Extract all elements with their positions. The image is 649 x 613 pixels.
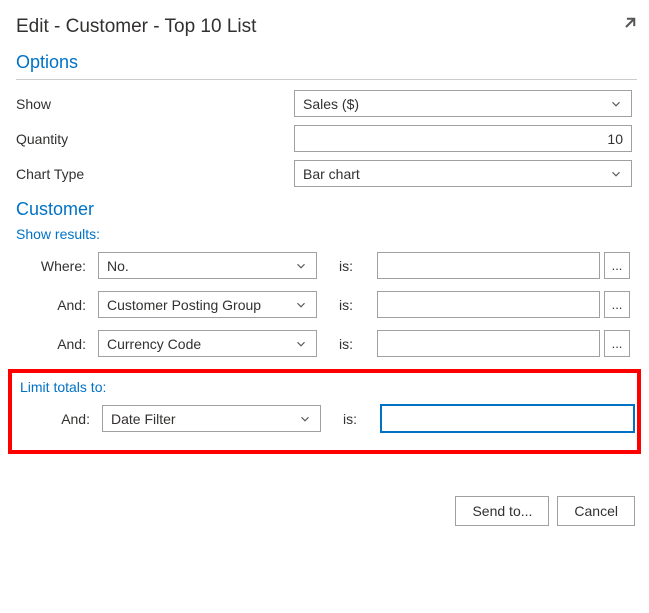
chart-type-value: Bar chart [303,166,360,182]
is-label: is: [317,336,377,352]
filter-value-input-0[interactable] [377,252,600,279]
is-label: is: [321,411,381,427]
chart-type-label: Chart Type [16,166,294,182]
limit-field-value: Date Filter [111,411,176,427]
send-to-button[interactable]: Send to... [455,496,549,526]
chevron-down-icon [294,337,308,351]
chevron-down-icon [294,298,308,312]
limit-value-input[interactable] [381,405,634,432]
limit-field-select[interactable]: Date Filter [102,405,321,432]
customer-heading: Customer [16,199,637,220]
show-select[interactable]: Sales ($) [294,90,632,117]
chevron-down-icon [609,167,623,181]
chart-type-select[interactable]: Bar chart [294,160,632,187]
filter-value-input-1[interactable] [377,291,600,318]
filter-field-select-1[interactable]: Customer Posting Group [98,291,317,318]
filter-field-select-2[interactable]: Currency Code [98,330,317,357]
cancel-button[interactable]: Cancel [557,496,635,526]
filter-field-value: Currency Code [107,336,201,352]
and-label: And: [20,411,102,427]
quantity-label: Quantity [16,131,294,147]
divider [16,79,637,80]
lookup-button-0[interactable]: ... [604,252,630,279]
filter-field-value: No. [107,258,129,274]
quantity-value: 10 [607,131,623,147]
chevron-down-icon [294,259,308,273]
and-label: And: [16,297,98,313]
quantity-input[interactable]: 10 [294,125,632,152]
show-value: Sales ($) [303,96,359,112]
filter-field-value: Customer Posting Group [107,297,261,313]
show-label: Show [16,96,294,112]
chevron-down-icon [298,412,312,426]
is-label: is: [317,258,377,274]
options-heading: Options [16,52,637,73]
expand-icon[interactable] [615,16,637,38]
filter-value-input-2[interactable] [377,330,600,357]
page-title: Edit - Customer - Top 10 List [16,16,256,38]
where-label: Where: [16,258,98,274]
show-results-label: Show results: [16,226,637,242]
filter-field-select-0[interactable]: No. [98,252,317,279]
limit-totals-highlight: Limit totals to: And: Date Filter is: [8,369,641,454]
limit-totals-label: Limit totals to: [20,379,633,395]
lookup-button-2[interactable]: ... [604,330,630,357]
is-label: is: [317,297,377,313]
lookup-button-1[interactable]: ... [604,291,630,318]
chevron-down-icon [609,97,623,111]
and-label: And: [16,336,98,352]
